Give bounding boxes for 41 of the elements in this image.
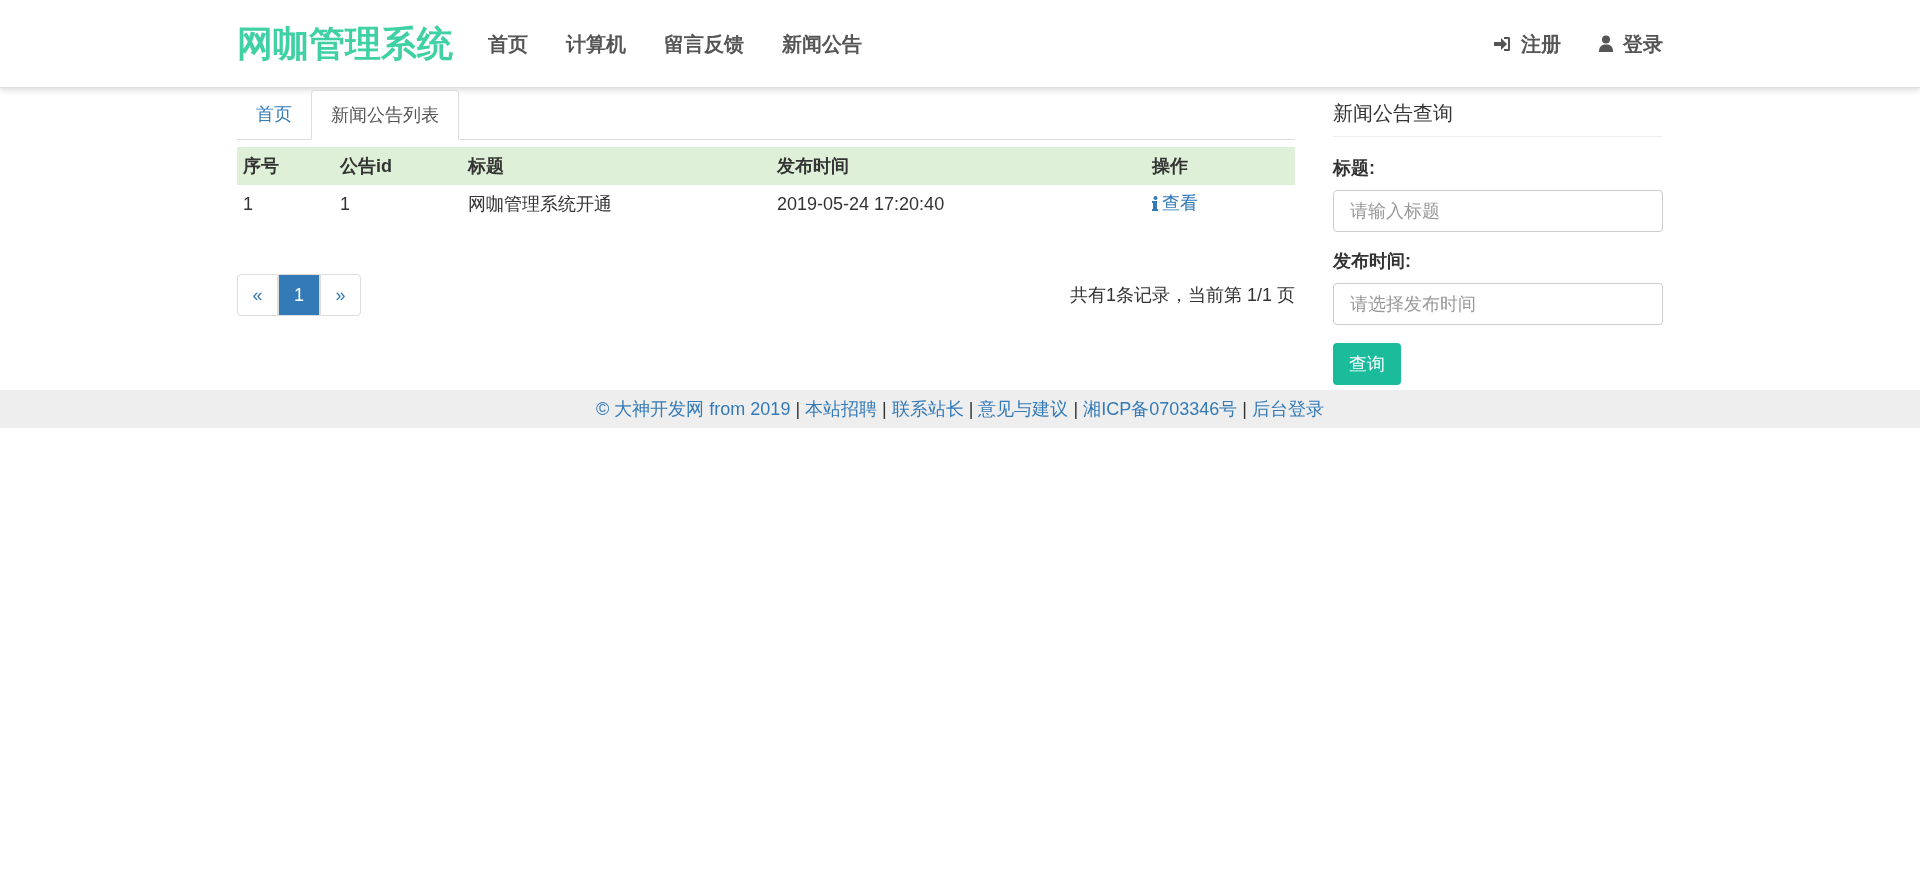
query-button[interactable]: 查询 [1333,343,1401,385]
column-header: 序号 [237,147,334,185]
nav-link[interactable]: 新闻公告 [763,28,881,59]
column-header: 公告id [334,147,462,185]
nav-link[interactable]: 首页 [469,28,547,59]
view-link[interactable]: 查看 [1152,189,1198,217]
nav-link[interactable]: 计算机 [547,28,645,59]
record-count-text: 共有1条记录，当前第 1/1 页 [1069,283,1295,307]
footer-link[interactable]: 联系站长 [891,395,964,423]
next-page-button[interactable]: » [320,274,361,316]
table-cell: 1 [334,185,462,223]
table-cell: 网咖管理系统开通 [462,185,771,223]
footer-link[interactable]: 意见与建议 [978,395,1069,423]
separator-text: | [794,397,802,421]
separator-text: | [1241,397,1248,421]
footer-link[interactable]: 湘ICP备0703346号 [1083,395,1238,423]
input-field[interactable]: 请输入标题 [1333,190,1663,232]
separator-text: | [1072,397,1080,421]
footer-link[interactable]: © 大神开发网 from 2019 [596,395,791,423]
tab[interactable]: 新闻公告列表 [311,90,459,140]
column-header: 标题 [462,147,771,185]
separator-text: | [881,397,888,421]
separator-text: | [967,397,975,421]
table-cell: 2019-05-24 17:20:40 [771,185,1146,223]
input-field[interactable]: 请选择发布时间 [1333,283,1663,325]
nav-link[interactable]: 登录 [1623,28,1663,59]
column-header: 发布时间 [771,147,1146,185]
nav-link[interactable]: 注册 [1521,28,1561,59]
field-label: 发布时间: [1333,250,1412,273]
nav-link[interactable]: 留言反馈 [645,28,763,59]
tab[interactable]: 首页 [237,89,311,139]
column-header: 操作 [1146,147,1295,185]
sign-in-icon [1493,35,1511,52]
page-button[interactable]: 1 [278,274,320,316]
table-cell: 1 [237,185,334,223]
field-label: 标题: [1333,157,1376,180]
footer-link[interactable]: 后台登录 [1251,395,1324,423]
user-icon [1599,35,1613,52]
panel-title: 新闻公告查询 [1333,98,1663,137]
footer-link[interactable]: 本站招聘 [805,395,878,423]
info-icon [1152,195,1158,211]
